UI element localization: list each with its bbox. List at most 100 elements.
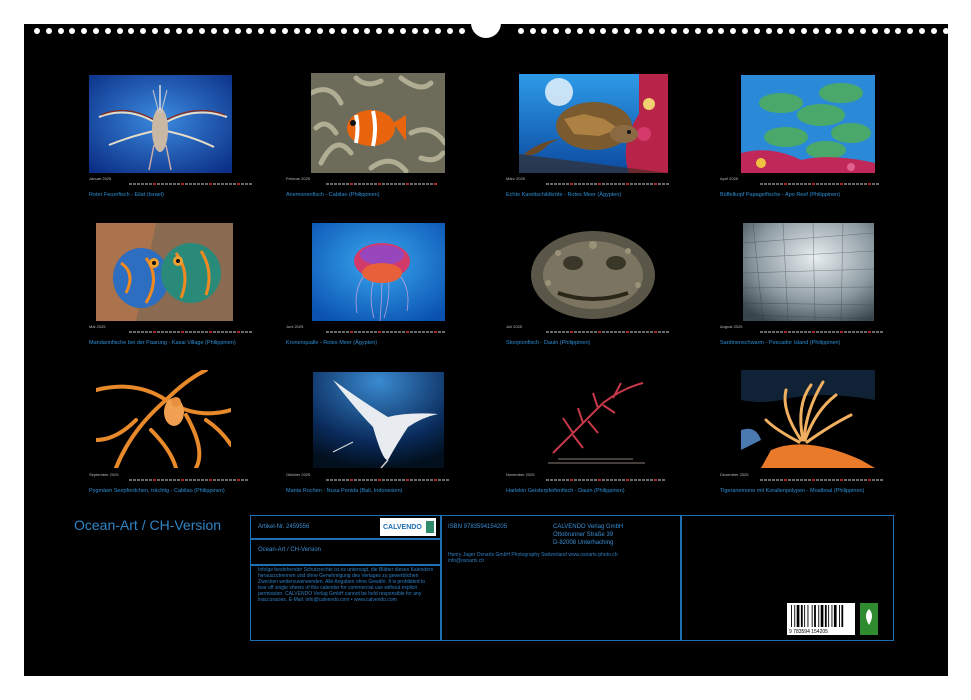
day-cell — [370, 479, 373, 481]
day-cell — [658, 479, 661, 481]
day-cell — [558, 183, 561, 185]
day-cell — [848, 183, 851, 185]
day-cell — [764, 331, 767, 333]
day-cell — [197, 479, 200, 481]
day-cell — [398, 183, 401, 185]
day-cell — [181, 479, 184, 481]
photo-caption: Skorpionfisch - Dauin (Philippinen) — [506, 340, 591, 346]
day-cell — [197, 183, 200, 185]
day-cell — [326, 331, 329, 333]
day-cell — [338, 183, 341, 185]
photo-turtle — [519, 74, 668, 173]
day-cell — [570, 479, 573, 481]
day-cell — [610, 479, 613, 481]
day-cell — [800, 183, 803, 185]
day-cell — [868, 183, 871, 185]
day-cell — [217, 331, 220, 333]
day-strip — [546, 329, 669, 335]
day-cell — [824, 479, 827, 481]
binding-hole — [317, 28, 324, 34]
day-cell — [386, 183, 389, 185]
day-cell — [418, 331, 421, 333]
day-cell — [792, 479, 795, 481]
day-cell — [346, 331, 349, 333]
month-label: März 2025 — [506, 176, 525, 181]
day-cell — [189, 331, 192, 333]
day-cell — [213, 183, 216, 185]
day-cell — [662, 183, 665, 185]
day-cell — [788, 331, 791, 333]
day-cell — [205, 331, 208, 333]
day-cell — [828, 331, 831, 333]
day-cell — [610, 183, 613, 185]
day-cell — [594, 331, 597, 333]
day-cell — [354, 183, 357, 185]
day-cell — [241, 331, 244, 333]
day-cell — [346, 479, 349, 481]
binding-hole — [718, 28, 725, 34]
day-cell — [582, 479, 585, 481]
day-cell — [840, 479, 843, 481]
day-cell — [602, 183, 605, 185]
day-cell — [233, 479, 236, 481]
day-cell — [382, 479, 385, 481]
day-cell — [852, 183, 855, 185]
day-cell — [402, 183, 405, 185]
photo-caption: Anemonenfisch - Cabilao (Philippinen) — [286, 192, 380, 198]
binding-hole — [447, 28, 453, 34]
day-cell — [784, 479, 787, 481]
day-cell — [414, 331, 417, 333]
day-cell — [189, 479, 192, 481]
day-cell — [780, 479, 783, 481]
day-cell — [848, 331, 851, 333]
day-cell — [654, 479, 657, 481]
day-cell — [642, 183, 645, 185]
day-cell — [650, 331, 653, 333]
day-cell — [241, 479, 244, 481]
barcode-bar — [818, 605, 820, 627]
day-cell — [808, 479, 811, 481]
binding-hole — [140, 28, 147, 34]
day-strip — [546, 477, 665, 483]
binding-hole — [565, 28, 571, 34]
binding-hole — [895, 28, 902, 34]
photo-sardine-school — [743, 223, 874, 321]
day-strip — [129, 477, 248, 483]
binding-hole — [329, 28, 335, 34]
day-cell — [578, 183, 581, 185]
day-cell — [760, 479, 763, 481]
day-cell — [354, 479, 357, 481]
day-cell — [848, 479, 851, 481]
day-cell — [426, 331, 429, 333]
month-label: Oktober 2025 — [286, 472, 311, 477]
day-cell — [129, 479, 132, 481]
day-cell — [137, 331, 140, 333]
day-cell — [598, 479, 601, 481]
day-cell — [772, 331, 775, 333]
day-cell — [378, 183, 381, 185]
day-cell — [868, 479, 871, 481]
day-cell — [852, 479, 855, 481]
day-cell — [642, 479, 645, 481]
day-cell — [654, 183, 657, 185]
day-cell — [586, 183, 589, 185]
day-cell — [402, 331, 405, 333]
barcode-bar — [841, 605, 844, 627]
day-cell — [161, 183, 164, 185]
day-cell — [816, 479, 819, 481]
day-cell — [666, 183, 669, 185]
barcode-digits: 9 783594 154205 — [789, 629, 828, 635]
photo-caption: Tigeranemone mit Korallenpolypen - Moalb… — [720, 488, 865, 494]
day-cell — [800, 479, 803, 481]
day-cell — [550, 479, 553, 481]
day-cell — [856, 479, 859, 481]
day-cell — [836, 331, 839, 333]
day-cell — [438, 331, 441, 333]
day-cell — [618, 183, 621, 185]
day-cell — [326, 479, 329, 481]
day-cell — [804, 479, 807, 481]
binding-hole — [411, 28, 418, 34]
isbn-barcode: 9 783594 154205 — [787, 603, 855, 635]
day-strip — [760, 477, 883, 483]
day-cell — [558, 479, 561, 481]
